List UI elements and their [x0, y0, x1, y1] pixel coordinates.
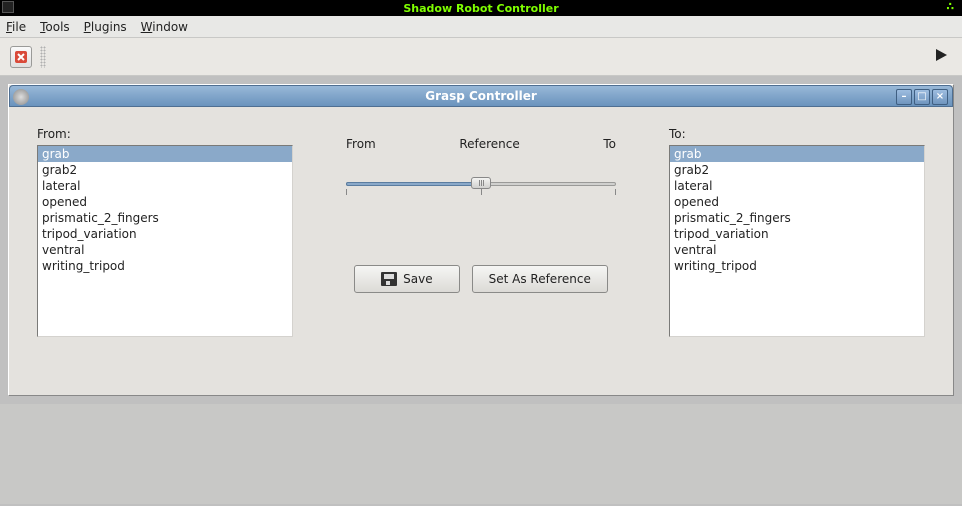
- close-icon: [14, 50, 28, 64]
- grasp-controller-body: From: grabgrab2lateralopenedprismatic_2_…: [9, 107, 953, 395]
- save-icon: [381, 272, 397, 286]
- list-item[interactable]: prismatic_2_fingers: [670, 210, 924, 226]
- list-item[interactable]: ventral: [670, 242, 924, 258]
- menubar: File Tools Plugins Window: [0, 16, 962, 38]
- subwindow-icon: [13, 89, 29, 105]
- menu-tools[interactable]: Tools: [40, 20, 70, 34]
- list-item[interactable]: grab2: [670, 162, 924, 178]
- set-as-reference-label: Set As Reference: [489, 272, 591, 286]
- toolbar: [0, 38, 962, 76]
- from-listbox[interactable]: grabgrab2lateralopenedprismatic_2_finger…: [37, 145, 293, 337]
- list-item[interactable]: grab: [38, 146, 292, 162]
- grasp-controller-subwindow: Grasp Controller – □ × From: grabgrab2la…: [8, 84, 954, 396]
- window-title: Shadow Robot Controller: [403, 2, 558, 15]
- toolbar-grip[interactable]: [40, 46, 46, 68]
- slider-fill: [346, 182, 481, 186]
- subwindow-minimize-button[interactable]: –: [896, 89, 912, 105]
- set-as-reference-button[interactable]: Set As Reference: [472, 265, 608, 293]
- slider-tick-start: [346, 189, 347, 195]
- slider-label-reference: Reference: [376, 137, 604, 151]
- slider-labels: From Reference To: [346, 137, 616, 151]
- list-item[interactable]: lateral: [670, 178, 924, 194]
- list-item[interactable]: opened: [670, 194, 924, 210]
- to-label: To:: [669, 127, 925, 141]
- play-icon: [934, 48, 948, 62]
- list-item[interactable]: grab: [670, 146, 924, 162]
- menu-window[interactable]: Window: [141, 20, 188, 34]
- subwindow-close-button[interactable]: ×: [932, 89, 948, 105]
- window-titlebar: Shadow Robot Controller ∴: [0, 0, 962, 16]
- to-listbox[interactable]: grabgrab2lateralopenedprismatic_2_finger…: [669, 145, 925, 337]
- list-item[interactable]: tripod_variation: [38, 226, 292, 242]
- menu-plugins[interactable]: Plugins: [84, 20, 127, 34]
- from-column: From: grabgrab2lateralopenedprismatic_2_…: [37, 127, 293, 379]
- menu-file[interactable]: File: [6, 20, 26, 34]
- list-item[interactable]: grab2: [38, 162, 292, 178]
- slider-tick-end: [615, 189, 616, 195]
- save-button[interactable]: Save: [354, 265, 459, 293]
- app-icon: [2, 1, 14, 13]
- from-label: From:: [37, 127, 293, 141]
- slider-label-to: To: [603, 137, 616, 151]
- slider-thumb[interactable]: [471, 177, 491, 189]
- button-row: Save Set As Reference: [354, 265, 608, 293]
- toolbar-play-button[interactable]: [934, 48, 948, 65]
- list-item[interactable]: ventral: [38, 242, 292, 258]
- list-item[interactable]: tripod_variation: [670, 226, 924, 242]
- empty-area: [0, 404, 962, 504]
- toolbar-close-button[interactable]: [10, 46, 32, 68]
- list-item[interactable]: writing_tripod: [670, 258, 924, 274]
- subwindow-title: Grasp Controller: [425, 89, 537, 103]
- subwindow-titlebar[interactable]: Grasp Controller – □ ×: [9, 85, 953, 107]
- subwindow-maximize-button[interactable]: □: [914, 89, 930, 105]
- mdi-area: Grasp Controller – □ × From: grabgrab2la…: [0, 76, 962, 404]
- list-item[interactable]: opened: [38, 194, 292, 210]
- to-column: To: grabgrab2lateralopenedprismatic_2_fi…: [669, 127, 925, 379]
- slider-tick-mid: [481, 189, 482, 195]
- window-control-dots[interactable]: ∴: [946, 0, 958, 13]
- interpolation-slider[interactable]: [346, 175, 616, 193]
- center-column: From Reference To Save: [333, 127, 629, 379]
- list-item[interactable]: lateral: [38, 178, 292, 194]
- slider-label-from: From: [346, 137, 376, 151]
- list-item[interactable]: prismatic_2_fingers: [38, 210, 292, 226]
- save-button-label: Save: [403, 272, 432, 286]
- list-item[interactable]: writing_tripod: [38, 258, 292, 274]
